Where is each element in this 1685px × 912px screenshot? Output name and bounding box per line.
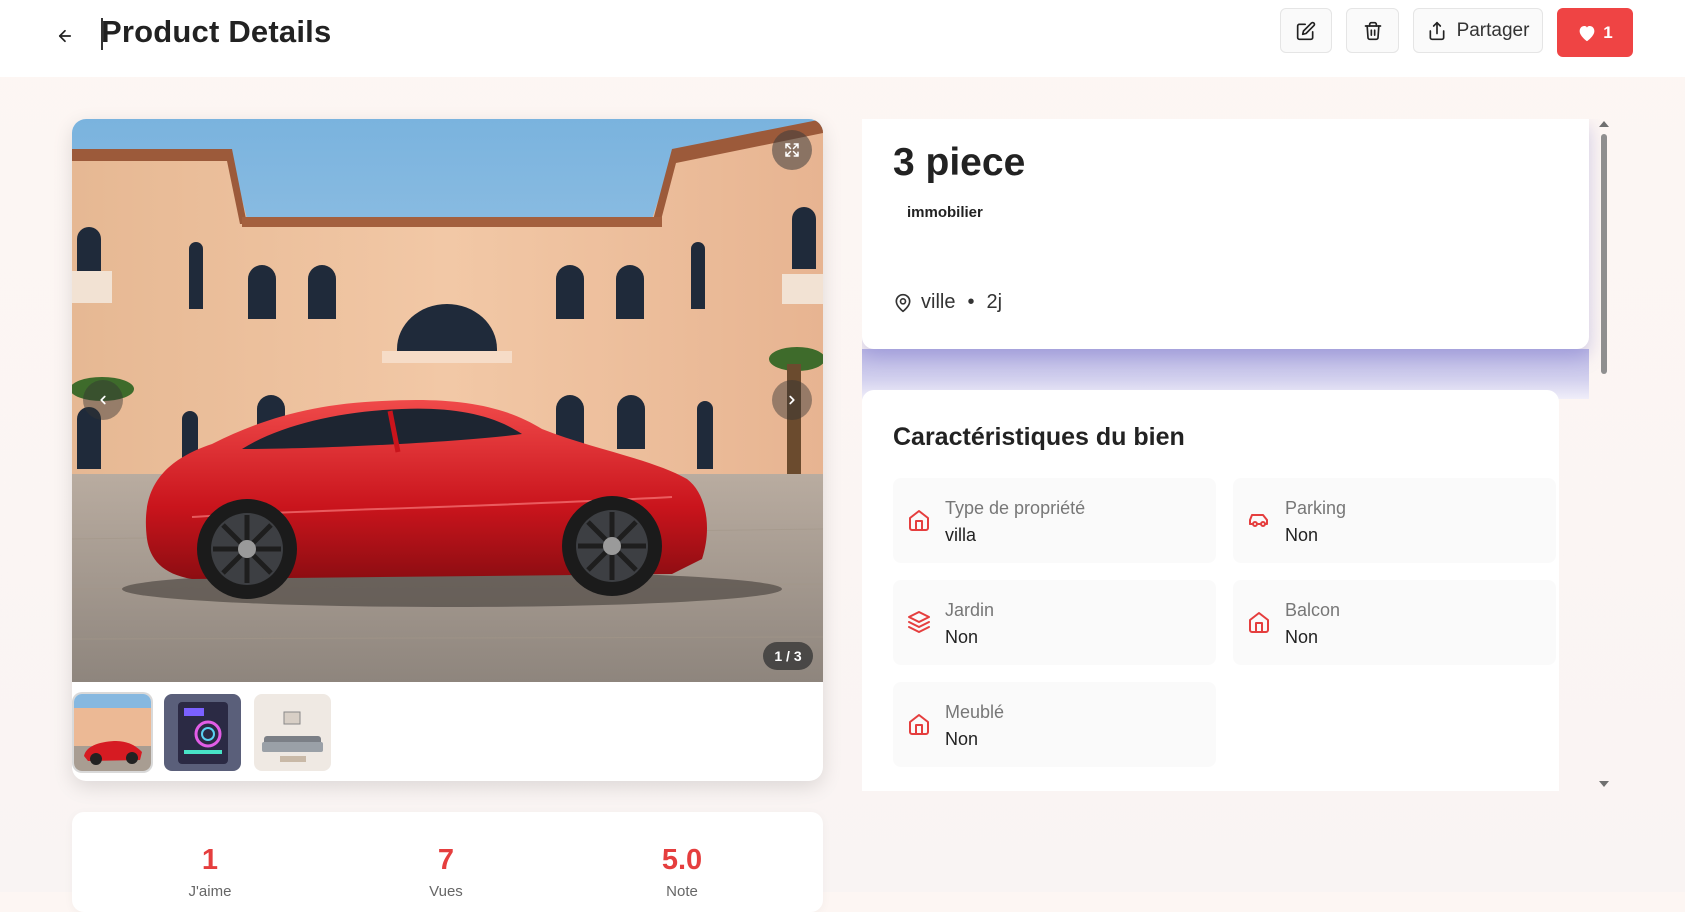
feature-key: Meublé [945,702,1005,722]
scrollbar-thumb[interactable] [1601,134,1607,374]
previous-image-button[interactable] [83,380,123,420]
chevron-right-icon [789,395,795,405]
feature-value: Non [1285,525,1319,545]
arrow-left-icon [58,29,72,43]
share-label: Partager [1456,19,1530,41]
fullscreen-button[interactable] [772,130,812,170]
edit-button[interactable] [1280,8,1332,53]
location-row: ville • 2j [893,291,1002,314]
feature-key: Type de propriété [945,498,1086,518]
scroll-down-arrow-icon[interactable] [1599,781,1609,787]
main-product-image[interactable] [72,119,823,682]
scroll-up-arrow-icon[interactable] [1599,121,1609,127]
feature-key: Parking [1285,498,1347,518]
separator-dot: • [967,291,975,313]
stat-value: 1 [201,844,219,876]
thumbnail-2[interactable] [164,694,241,771]
feature-value: villa [945,525,977,545]
location-text: ville [921,291,956,313]
feature-garden: Jardin Non [893,580,1216,665]
map-pin-icon [895,293,911,312]
time-ago: 2j [986,291,1003,313]
image-gallery: 1 / 3 [72,119,823,781]
delete-button[interactable] [1346,8,1399,53]
expand-icon [785,143,799,157]
home-icon [909,714,929,735]
next-image-button[interactable] [772,380,812,420]
stat-value: 5.0 [661,844,703,876]
image-counter: 1 / 3 [763,642,813,670]
feature-parking: Parking Non [1233,478,1556,563]
home-icon [909,510,929,531]
feature-value: Non [945,729,979,749]
feature-furnished: Meublé Non [893,682,1216,767]
stat-value: 7 [437,844,455,876]
share-button[interactable]: Partager [1413,8,1543,53]
feature-value: Non [1285,627,1319,647]
stats-card: 1 J'aime 7 Vues 5.0 Note [72,812,823,912]
thumbnail-3[interactable] [254,694,331,771]
features-title: Caractéristiques du bien [893,423,1185,451]
car-icon [1249,514,1268,527]
top-bar: Product Details Partager 1 [0,0,1685,77]
like-count: 1 [1603,22,1613,42]
features-card: Caractéristiques du bien Type de proprié… [862,390,1559,791]
chevron-left-icon [100,395,106,405]
feature-property-type: Type de propriété villa [893,478,1216,563]
thumbnail-1[interactable] [74,694,151,771]
feature-key: Balcon [1285,600,1341,620]
page-title: Product Details [101,14,332,49]
feature-balcony: Balcon Non [1233,580,1556,665]
back-button[interactable] [52,23,78,49]
like-button[interactable]: 1 [1557,8,1633,57]
feature-key: Jardin [945,600,995,620]
category-badge: immobilier [907,204,983,221]
details-panel[interactable]: 3 piece immobilier ville • 2j Caractéris… [862,119,1600,791]
share-icon [1429,21,1445,40]
product-summary-card: 3 piece immobilier ville • 2j [862,119,1589,349]
home-icon [1249,612,1269,633]
trash-icon [1364,21,1381,40]
feature-value: Non [945,627,979,647]
heart-icon [1579,25,1595,41]
panel-scrollbar[interactable] [1598,119,1610,791]
edit-icon [1296,21,1316,40]
layers-icon [908,611,930,633]
product-title: 3 piece [893,141,1026,184]
